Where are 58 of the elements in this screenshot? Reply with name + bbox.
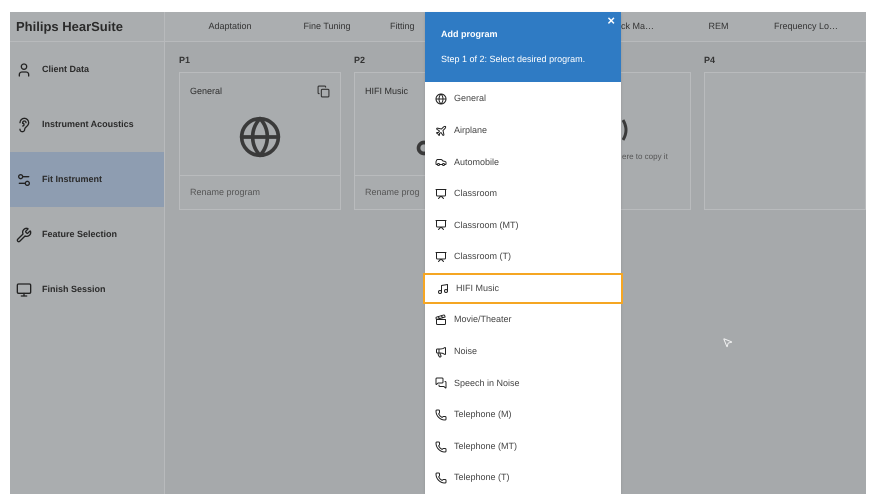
tab[interactable]: Adaptation	[165, 20, 295, 34]
globe-icon	[435, 93, 447, 106]
program-option[interactable]: Classroom (MT)	[425, 210, 621, 242]
app-title: Philips HearSuite	[16, 18, 123, 36]
sidebar-item[interactable]: Instrument Acoustics	[10, 97, 164, 152]
rename-field[interactable]: Rename prog	[365, 186, 420, 200]
phone-icon	[435, 440, 447, 453]
program-option[interactable]: Telephone (T)	[425, 462, 621, 494]
program-option[interactable]: Speech in Noise	[425, 368, 621, 400]
program-option[interactable]: Airplane	[425, 114, 621, 146]
rename-field[interactable]: Rename program	[190, 186, 260, 200]
sidebar-item[interactable]: Feature Selection	[10, 207, 164, 262]
tab[interactable]: Fine Tuning	[295, 20, 359, 34]
program-name: General	[190, 85, 222, 98]
person-icon	[16, 62, 32, 78]
copy-hint: ere to copy it	[622, 151, 669, 163]
dialog-subtitle: Step 1 of 2: Select desired program.	[441, 53, 586, 66]
program-option[interactable]: Classroom (T)	[425, 241, 621, 273]
slot-label: P2	[354, 54, 366, 68]
program-card[interactable]	[704, 72, 866, 210]
board-icon	[435, 251, 447, 264]
program-name: HIFI Music	[365, 85, 408, 98]
phone-icon	[435, 409, 447, 422]
phone-icon	[435, 472, 447, 484]
clapperboard-icon	[435, 314, 447, 326]
program-option[interactable]: Noise	[425, 336, 621, 368]
copy-icon	[317, 85, 330, 98]
sidebar-item[interactable]: Finish Session	[10, 262, 164, 317]
program-option[interactable]: Automobile	[425, 146, 621, 178]
music-icon	[437, 282, 449, 295]
tab[interactable]: Frequency Lo…	[746, 20, 866, 34]
program-option[interactable]: Classroom	[425, 178, 621, 210]
tab[interactable]: REM	[691, 20, 746, 34]
globe-icon	[238, 114, 282, 159]
slot-label: P1	[179, 54, 190, 68]
tab[interactable]: Fitting	[390, 20, 415, 34]
close-button[interactable]: ×	[607, 14, 615, 27]
slot-label: P4	[704, 54, 716, 68]
program-option[interactable]: HIFI Music	[423, 272, 623, 304]
program-option[interactable]: Movie/Theater	[425, 304, 621, 336]
arc-icon	[622, 119, 630, 141]
car-icon	[435, 156, 447, 168]
tab[interactable]: ck Ma…	[621, 20, 691, 34]
airplane-icon	[435, 124, 447, 137]
board-icon	[435, 188, 447, 200]
tools-icon	[16, 226, 32, 242]
sidebar-item[interactable]: Fit Instrument	[10, 152, 164, 207]
board-icon	[435, 219, 447, 232]
monitor-icon	[16, 282, 32, 298]
megaphone-icon	[435, 346, 447, 358]
dialog-title: Add program	[441, 28, 499, 41]
speech-bubbles-icon	[435, 377, 447, 390]
cursor-icon	[722, 337, 733, 348]
sidebar-item[interactable]: Client Data	[10, 42, 164, 97]
program-card[interactable]: General Rename program	[179, 72, 341, 210]
program-option[interactable]: General	[425, 83, 621, 115]
program-option[interactable]: Telephone (MT)	[425, 430, 621, 462]
program-option[interactable]: Telephone (M)	[425, 399, 621, 431]
